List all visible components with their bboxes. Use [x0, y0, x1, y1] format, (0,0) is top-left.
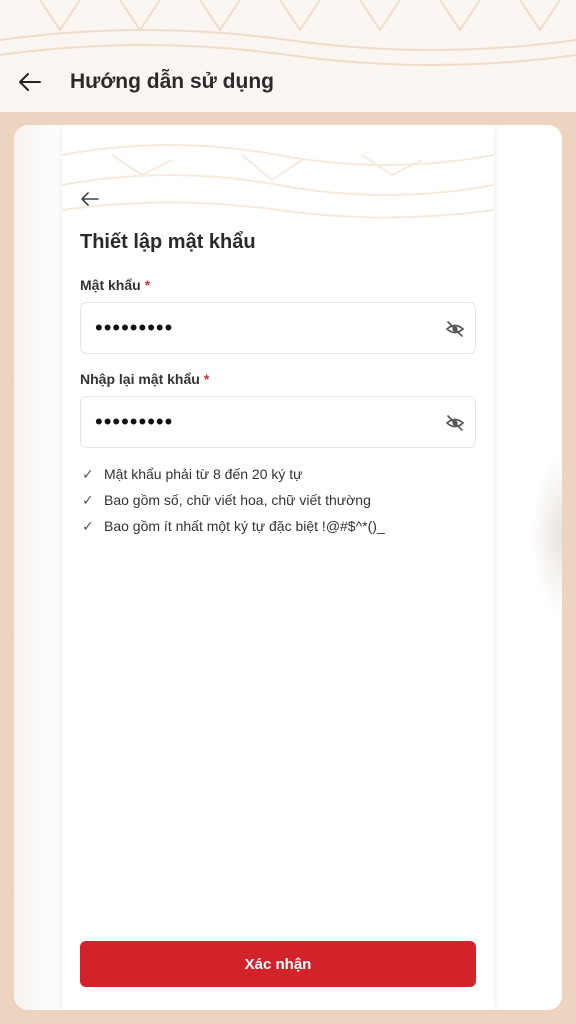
screen-back-button[interactable] — [78, 189, 102, 209]
password-label: Mật khẩu * — [80, 277, 150, 293]
guide-screenshot: Thiết lập mật khẩu Mật khẩu * ••••••••• N… — [62, 125, 494, 1010]
back-button[interactable] — [14, 66, 46, 98]
guide-card: Thiết lập mật khẩu Mật khẩu * ••••••••• N… — [14, 125, 562, 1010]
check-icon: ✓ — [82, 517, 94, 534]
password-value: ••••••••• — [95, 315, 174, 340]
required-mark: * — [144, 277, 151, 293]
password-rules: ✓ Mật khẩu phải từ 8 đến 20 ký tự ✓ Bao … — [82, 461, 385, 539]
page-title: Hướng dẫn sử dụng — [70, 70, 274, 93]
rule-text: Mật khẩu phải từ 8 đến 20 ký tự — [104, 466, 303, 482]
rule-length: ✓ Mật khẩu phải từ 8 đến 20 ký tự — [82, 461, 385, 487]
password-field[interactable]: ••••••••• — [80, 302, 476, 354]
check-icon: ✓ — [82, 465, 94, 482]
arrow-left-icon — [81, 192, 99, 206]
next-slide-edge — [532, 455, 562, 615]
required-mark: * — [203, 371, 210, 387]
eye-off-icon[interactable] — [445, 319, 465, 339]
rule-special-character: ✓ Bao gồm ít nhất một ký tự đặc biệt !@#… — [82, 513, 385, 539]
confirm-password-label-text: Nhập lại mật khẩu — [80, 371, 200, 387]
confirm-password-value: ••••••••• — [95, 409, 174, 434]
confirm-password-label: Nhập lại mật khẩu * — [80, 371, 209, 387]
rule-text: Bao gồm số, chữ viết hoa, chữ viết thườn… — [104, 492, 371, 508]
eye-off-icon[interactable] — [445, 413, 465, 433]
app-header: Hướng dẫn sử dụng — [0, 0, 576, 112]
password-label-text: Mật khẩu — [80, 277, 141, 293]
check-icon: ✓ — [82, 491, 94, 508]
confirm-button[interactable]: Xác nhận — [80, 941, 476, 987]
decorative-drum-pattern — [62, 144, 494, 219]
arrow-left-icon — [19, 73, 41, 91]
rule-text: Bao gồm ít nhất một ký tự đặc biệt !@#$^… — [104, 518, 385, 534]
decorative-drum-pattern — [0, 0, 576, 66]
screen-title: Thiết lập mật khẩu — [80, 231, 256, 253]
confirm-password-field[interactable]: ••••••••• — [80, 396, 476, 448]
rule-character-types: ✓ Bao gồm số, chữ viết hoa, chữ viết thư… — [82, 487, 385, 513]
previous-slide-edge — [14, 125, 62, 1010]
